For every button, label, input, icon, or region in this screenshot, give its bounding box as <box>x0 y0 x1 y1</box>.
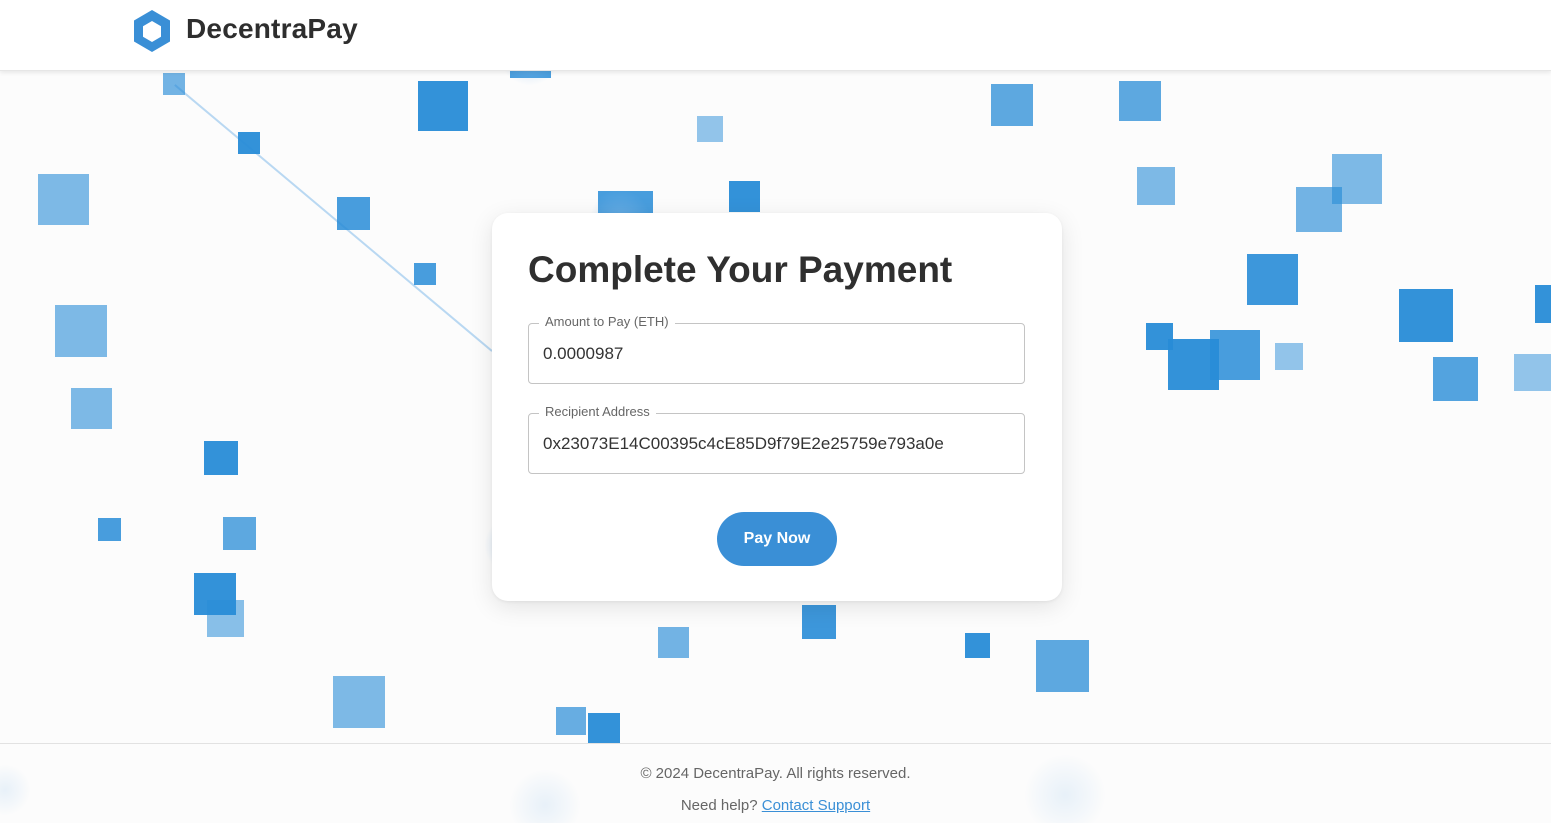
copyright-text: © 2024 DecentraPay. All rights reserved. <box>640 765 911 782</box>
decor-square <box>55 305 107 357</box>
decor-square <box>1137 167 1175 205</box>
decor-square <box>333 676 385 728</box>
decor-square <box>991 84 1033 126</box>
decor-square <box>802 605 836 639</box>
decor-square <box>204 441 238 475</box>
decor-square <box>1514 354 1551 391</box>
help-line: Need help? Contact Support <box>0 797 1551 814</box>
decor-square <box>1332 154 1382 204</box>
decor-square <box>965 633 990 658</box>
decor-square <box>729 181 760 212</box>
decor-square <box>418 81 468 131</box>
page: DecentraPay Complete Your Payment Amount… <box>0 0 1551 823</box>
help-prefix: Need help? <box>680 797 762 814</box>
decor-square <box>223 517 256 550</box>
decor-square <box>1119 81 1161 121</box>
decor-square <box>1210 330 1260 380</box>
recipient-address-field[interactable]: Recipient Address <box>528 404 1025 474</box>
decor-square <box>163 73 185 95</box>
decor-square <box>588 713 620 743</box>
decor-square <box>1399 289 1453 342</box>
payment-card: Complete Your Payment Amount to Pay (ETH… <box>492 213 1062 601</box>
brand-name[interactable]: DecentraPay <box>186 13 358 45</box>
header: DecentraPay <box>0 0 1551 71</box>
decor-square <box>556 707 586 735</box>
decor-square <box>71 388 112 429</box>
decor-square <box>1275 343 1303 370</box>
decor-square <box>38 174 89 225</box>
amount-field[interactable]: Amount to Pay (ETH) <box>528 314 1025 384</box>
decor-square <box>414 263 436 285</box>
contact-support-link[interactable]: Contact Support <box>762 797 870 814</box>
footer: © 2024 DecentraPay. All rights reserved.… <box>0 743 1551 823</box>
recipient-address-input[interactable] <box>543 414 1013 473</box>
hexagon-logo-icon[interactable] <box>132 8 172 54</box>
page-title: Complete Your Payment <box>528 249 953 290</box>
decor-square <box>1036 640 1089 692</box>
decor-square <box>697 116 723 142</box>
decor-square <box>337 197 370 230</box>
amount-input[interactable] <box>543 324 1013 383</box>
decor-square <box>238 132 260 154</box>
decor-square <box>658 627 689 658</box>
decor-square <box>1247 254 1298 305</box>
pay-now-button[interactable]: Pay Now <box>717 512 837 566</box>
decor-square <box>1535 285 1551 323</box>
decor-square <box>194 573 236 615</box>
decor-square <box>98 518 121 541</box>
decor-square <box>1433 357 1478 401</box>
